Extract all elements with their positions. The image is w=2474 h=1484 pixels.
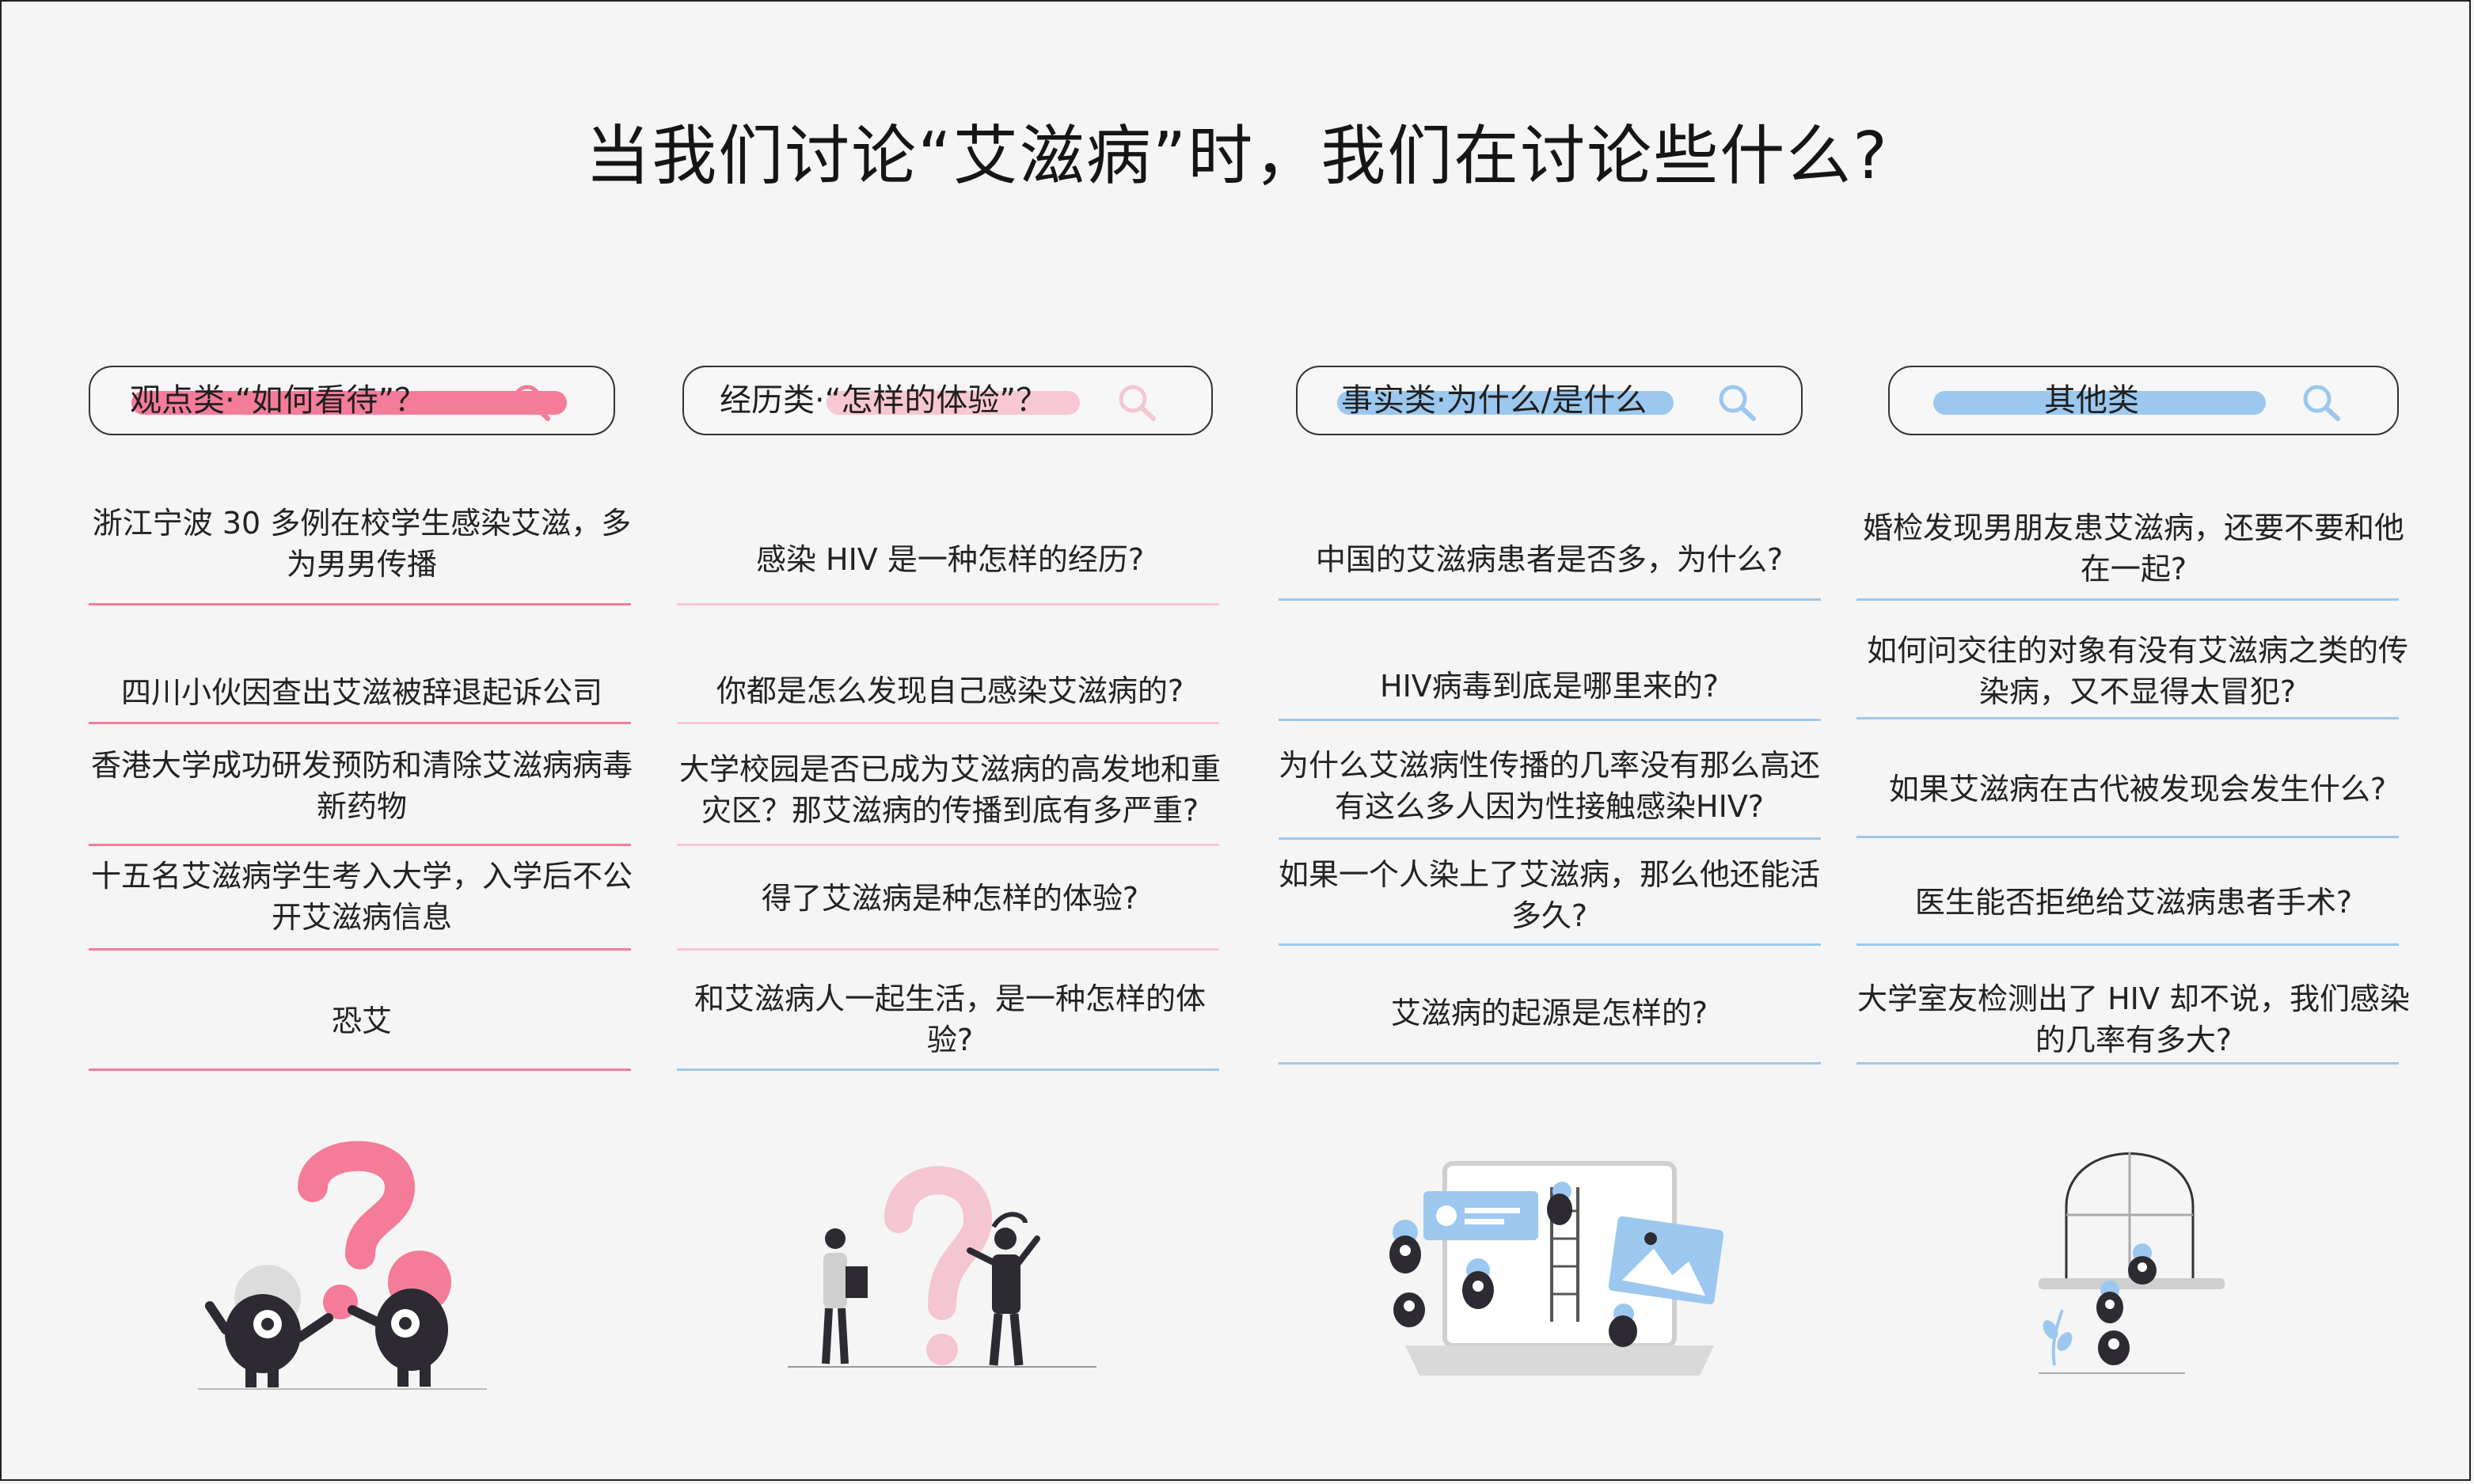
divider [677,1068,1219,1071]
list-item[interactable]: 中国的艾滋病患者是否多，为什么? [1276,532,1822,587]
list-item[interactable]: 十五名艾滋病学生考入大学，入学后不公开艾滋病信息 [89,847,635,946]
divider [1856,943,2399,946]
list-item[interactable]: 和艾滋病人一起生活，是一种怎样的体验? [677,970,1223,1068]
divider [89,722,631,724]
divider [677,722,1219,724]
search-bar-opinion[interactable]: 观点类·“如何看待”？ [89,366,615,435]
search-icon[interactable] [1716,383,1760,423]
divider [89,603,631,605]
window-monsters-illustration [2039,1152,2225,1374]
divider [1279,943,1821,946]
laptop-monsters-illustration [1389,1161,1724,1376]
divider [1279,598,1821,601]
column-fact: 事实类·为什么/是什么 [1296,366,1803,435]
divider [1856,1062,2399,1065]
search-label: 经历类·“怎样的体验”？ [720,382,1048,419]
divider [1279,1062,1821,1065]
monsters-question-illustration [198,1141,487,1390]
search-bar-other[interactable]: 其他类 [1888,366,2399,435]
divider [677,603,1219,605]
list-item[interactable]: 如果一个人染上了艾滋病，那么他还能活多久? [1276,845,1822,944]
list-item[interactable]: 大学室友检测出了 HIV 却不说，我们感染的几率有多大? [1856,970,2411,1068]
search-label: 其他类 [2044,382,2139,419]
list-item[interactable]: 如果艾滋病在古代被发现会发生什么? [1856,761,2419,817]
list-item[interactable]: 为什么艾滋病性传播的几率没有那么高还有这么多人因为性接触感染HIV? [1276,736,1822,835]
search-label: 事实类·为什么/是什么 [1341,382,1647,419]
divider [89,844,631,846]
search-bar-experience[interactable]: 经历类·“怎样的体验”？ [682,366,1213,435]
divider [677,844,1219,846]
list-item[interactable]: 得了艾滋病是种怎样的体验? [677,871,1223,926]
people-question-illustration [788,1166,1096,1368]
search-label: 观点类·“如何看待”？ [130,382,427,419]
list-item[interactable]: 感染 HIV 是一种怎样的经历? [677,532,1223,587]
list-item[interactable]: 如何问交往的对象有没有艾滋病之类的传染病，又不显得太冒犯? [1856,621,2419,720]
list-item[interactable]: 你都是怎么发现自己感染艾滋病的? [677,663,1223,719]
list-item[interactable]: 浙江宁波 30 多例在校学生感染艾滋，多为男男传播 [89,492,635,595]
column-other: 其他类 [1888,366,2399,435]
divider [677,948,1219,951]
divider [1856,717,2399,719]
list-item[interactable]: 婚检发现男朋友患艾滋病，还要不要和他在一起? [1856,499,2411,598]
list-item[interactable]: 艾滋病的起源是怎样的? [1276,985,1822,1041]
column-opinion: 观点类·“如何看待”？ [89,366,635,435]
divider [1279,719,1821,721]
list-item[interactable]: 医生能否拒绝给艾滋病患者手术? [1856,875,2411,930]
list-item[interactable]: 四川小伙因查出艾滋被辞退起诉公司 [89,665,635,720]
search-icon[interactable] [1115,383,1160,423]
divider [1856,836,2399,838]
divider [1856,598,2399,601]
page-title: 当我们讨论“艾滋病”时，我们在讨论些什么? [585,119,1889,194]
list-item[interactable]: 大学校园是否已成为艾滋病的高发地和重灾区？那艾滋病的传播到底有多严重? [677,740,1223,839]
list-item[interactable]: 香港大学成功研发预防和清除艾滋病病毒新药物 [89,736,635,835]
list-item[interactable]: HIV病毒到底是哪里来的? [1276,659,1822,714]
search-icon[interactable] [2300,383,2344,423]
divider [89,948,631,951]
column-experience: 经历类·“怎样的体验”？ [682,366,1229,435]
search-icon[interactable] [510,383,554,423]
list-item[interactable]: 恐艾 [89,993,635,1049]
search-bar-fact[interactable]: 事实类·为什么/是什么 [1296,366,1803,435]
divider [89,1068,631,1071]
divider [1279,837,1821,840]
